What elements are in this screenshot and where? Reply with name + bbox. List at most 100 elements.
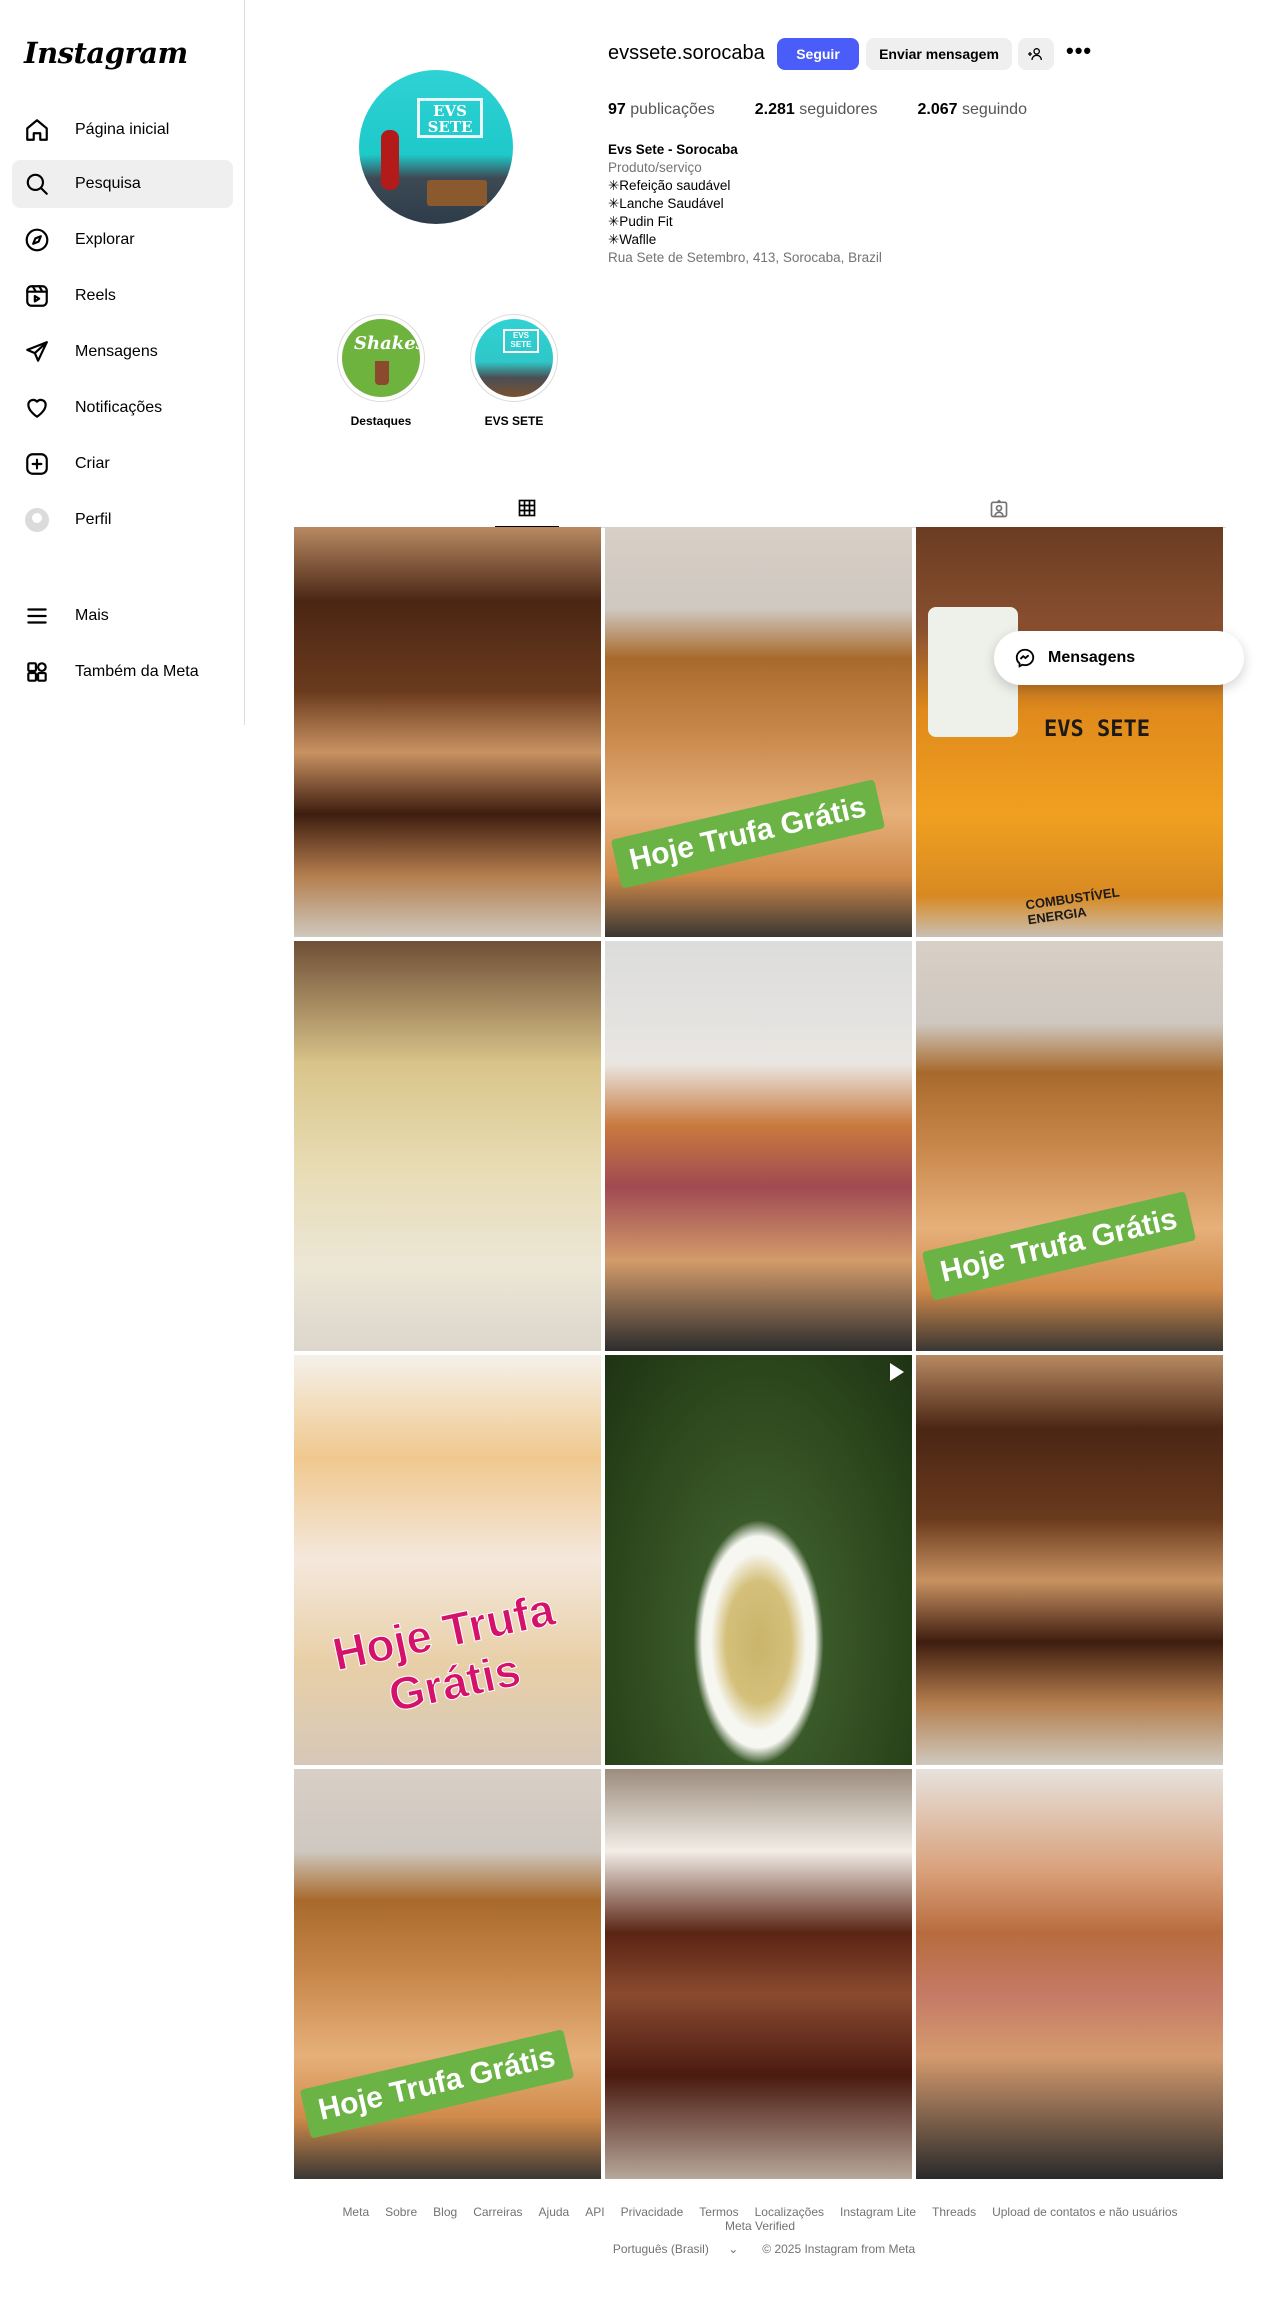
footer-link[interactable]: Blog: [433, 2205, 457, 2219]
avatar: [25, 508, 49, 532]
sidebar-item-label: Notificações: [75, 399, 163, 416]
sidebar-item-explore[interactable]: Explorar: [12, 216, 233, 264]
profile-username: evssete.sorocaba: [608, 42, 765, 64]
reels-icon: [24, 283, 50, 309]
footer-link[interactable]: Carreiras: [473, 2205, 522, 2219]
sidebar-item-home[interactable]: Página inicial: [12, 106, 233, 154]
post-tile[interactable]: Hoje Trufa Grátis: [605, 527, 912, 937]
cup-text: EVS SETE: [1044, 717, 1150, 742]
send-message-button[interactable]: Enviar mensagem: [866, 38, 1012, 70]
sidebar-item-label: Explorar: [75, 231, 135, 248]
sidebar-item-label: Mais: [75, 607, 109, 624]
highlight-destaques[interactable]: Shakes Destaques: [337, 314, 425, 428]
sidebar-item-label: Também da Meta: [75, 663, 199, 680]
suggested-users-button[interactable]: [1018, 38, 1054, 70]
copyright: © 2025 Instagram from Meta: [762, 2242, 916, 2256]
post-tile[interactable]: Hoje Trufa Grátis: [916, 941, 1223, 1351]
footer-link[interactable]: Meta Verified: [725, 2219, 795, 2233]
post-tile[interactable]: Hoje Trufa Grátis: [294, 1769, 601, 2179]
post-banner: Hoje Trufa Grátis: [299, 2029, 574, 2139]
post-tile[interactable]: [294, 527, 601, 937]
bio-line: ✳Refeição saudável: [608, 178, 731, 193]
post-tile[interactable]: [916, 1769, 1223, 2179]
footer-link[interactable]: Ajuda: [539, 2205, 570, 2219]
messages-pill-label: Mensagens: [1048, 649, 1136, 666]
send-icon: [24, 339, 50, 365]
compass-icon: [24, 227, 50, 253]
post-banner: Hoje Trufa Grátis: [921, 1191, 1196, 1301]
post-tile[interactable]: [605, 1355, 912, 1765]
sidebar-item-label: Pesquisa: [75, 175, 141, 192]
meta-apps-icon: [24, 659, 50, 685]
following-stat[interactable]: 2.067 seguindo: [918, 101, 1027, 119]
sidebar-item-search[interactable]: Pesquisa: [12, 160, 233, 208]
menu-icon: [24, 603, 50, 629]
sidebar-item-messages[interactable]: Mensagens: [12, 328, 233, 376]
footer-link[interactable]: Termos: [699, 2205, 738, 2219]
sidebar-item-notifications[interactable]: Notificações: [12, 384, 233, 432]
footer-link[interactable]: Localizações: [755, 2205, 824, 2219]
heart-icon: [24, 395, 50, 421]
highlight-evs-sete[interactable]: EVS SETE EVS SETE: [470, 314, 558, 428]
plus-square-icon: [24, 451, 50, 477]
tagged-icon: [990, 499, 1008, 518]
highlight-label: EVS SETE: [484, 414, 544, 428]
profile-picture[interactable]: EVS SETE: [359, 70, 513, 224]
profile-address[interactable]: Rua Sete de Setembro, 413, Sorocaba, Bra…: [608, 249, 882, 267]
home-icon: [24, 117, 50, 143]
sidebar-item-label: Perfil: [75, 511, 112, 528]
post-overlay-text: Hoje Trufa Grátis: [328, 1582, 560, 1722]
video-icon: [890, 1363, 904, 1381]
bio-line: ✳Lanche Saudável: [608, 196, 724, 211]
sidebar-item-label: Página inicial: [75, 121, 170, 138]
post-tile[interactable]: [605, 1769, 912, 2179]
post-tile[interactable]: [605, 941, 912, 1351]
more-options-button[interactable]: •••: [1066, 40, 1092, 62]
tab-tagged[interactable]: [977, 490, 1021, 528]
post-tile[interactable]: [916, 1355, 1223, 1765]
messages-pill[interactable]: Mensagens: [994, 631, 1244, 685]
sidebar-item-label: Criar: [75, 455, 110, 472]
highlight-cover: Shakes: [342, 319, 420, 397]
grid-icon: [518, 499, 536, 517]
follow-button[interactable]: Seguir: [777, 38, 859, 70]
instagram-logo[interactable]: Instagram: [24, 36, 188, 70]
footer-links: Meta Sobre Blog Carreiras Ajuda API Priv…: [294, 2205, 1226, 2233]
footer-link[interactable]: Sobre: [385, 2205, 417, 2219]
sidebar-item-label: Mensagens: [75, 343, 158, 360]
bio-line: ✳Waflle: [608, 232, 657, 247]
post-tile[interactable]: Hoje Trufa Grátis: [294, 1355, 601, 1765]
profile-bio: Evs Sete - Sorocaba Produto/serviço ✳Ref…: [608, 141, 882, 267]
sidebar-item-more[interactable]: Mais: [12, 592, 233, 640]
footer-link[interactable]: Upload de contatos e não usuários: [992, 2205, 1177, 2219]
sidebar-item-reels[interactable]: Reels: [12, 272, 233, 320]
profile-category: Produto/serviço: [608, 160, 702, 175]
footer-link[interactable]: API: [585, 2205, 604, 2219]
sidebar-item-label: Reels: [75, 287, 116, 304]
sidebar-item-also-from-meta[interactable]: Também da Meta: [12, 648, 233, 696]
footer-bottom: Português (Brasil) ⌄ © 2025 Instagram fr…: [294, 2242, 1226, 2256]
post-tile[interactable]: [294, 941, 601, 1351]
footer-link[interactable]: Instagram Lite: [840, 2205, 916, 2219]
tab-posts[interactable]: [495, 490, 559, 528]
footer-link[interactable]: Meta: [342, 2205, 369, 2219]
highlight-label: Destaques: [350, 414, 412, 428]
sidebar-item-create[interactable]: Criar: [12, 440, 233, 488]
followers-stat[interactable]: 2.281 seguidores: [755, 101, 878, 119]
post-tile[interactable]: EVS SETE COMBUSTÍVEL ENERGIA: [916, 527, 1223, 937]
bio-line: ✳Pudin Fit: [608, 214, 673, 229]
profile-pic-sign: EVS SETE: [417, 98, 483, 138]
profile-stats: 97 publicações 2.281 seguidores 2.067 se…: [608, 101, 1067, 119]
language-select[interactable]: Português (Brasil) ⌄: [605, 2242, 746, 2256]
add-person-icon: [1028, 48, 1042, 61]
footer-link[interactable]: Privacidade: [621, 2205, 684, 2219]
post-banner: Hoje Trufa Grátis: [610, 779, 885, 889]
sidebar-item-profile[interactable]: Perfil: [12, 496, 233, 544]
messenger-icon: [1015, 648, 1035, 668]
search-icon: [24, 171, 50, 197]
chevron-down-icon: ⌄: [728, 2242, 739, 2256]
footer-link[interactable]: Threads: [932, 2205, 976, 2219]
sidebar: Instagram Página inicial Pesquisa Explor…: [0, 0, 245, 725]
posts-stat: 97 publicações: [608, 101, 715, 118]
cup-text: COMBUSTÍVEL ENERGIA: [1024, 884, 1121, 928]
